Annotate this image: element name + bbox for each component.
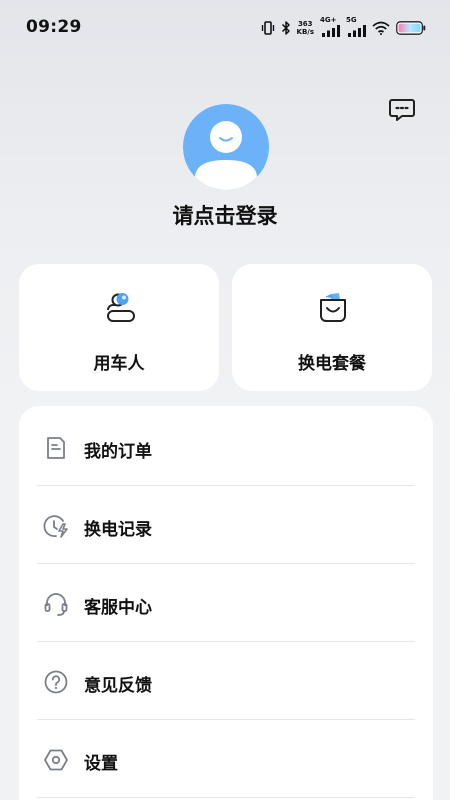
menu-item-label: 设置 bbox=[84, 754, 118, 774]
signal-2-tag: 5G bbox=[346, 16, 357, 24]
menu-item-label: 客服中心 bbox=[84, 598, 152, 618]
divider bbox=[37, 797, 415, 798]
signal-5g: 5G bbox=[346, 16, 366, 37]
default-avatar-icon bbox=[195, 121, 257, 190]
bluetooth-icon bbox=[281, 21, 290, 35]
net-speed: 363 KB/s bbox=[297, 20, 314, 36]
user-vehicle-icon bbox=[107, 293, 135, 322]
document-icon bbox=[47, 437, 65, 459]
login-prompt[interactable]: 请点击登录 bbox=[0, 200, 450, 230]
vibrate-icon bbox=[261, 21, 274, 35]
clock-lightning-icon bbox=[43, 515, 68, 538]
user-vehicle-card[interactable]: 用车人 bbox=[19, 264, 219, 391]
signal-icon bbox=[322, 25, 340, 37]
status-time: 09:29 bbox=[26, 17, 82, 37]
headset-icon bbox=[44, 593, 68, 616]
menu-item-swap-records[interactable]: 换电记录 bbox=[37, 486, 415, 564]
battery-icon bbox=[396, 21, 426, 35]
menu-item-feedback[interactable]: 意见反馈 bbox=[37, 642, 415, 720]
battery-package-card[interactable]: 换电套餐 bbox=[232, 264, 432, 391]
avatar[interactable] bbox=[183, 104, 269, 190]
user-vehicle-label: 用车人 bbox=[93, 354, 145, 374]
settings-hex-icon bbox=[44, 749, 68, 771]
menu-list: 我的订单 换电记录 客服中心 意见反馈 设置 bbox=[19, 406, 433, 800]
menu-item-label: 意见反馈 bbox=[84, 676, 152, 696]
message-button[interactable] bbox=[388, 95, 416, 123]
battery-package-label: 换电套餐 bbox=[298, 354, 366, 374]
question-icon bbox=[44, 670, 68, 694]
signal-icon bbox=[348, 25, 366, 37]
signal-1-tag: 4G+ bbox=[320, 16, 337, 24]
menu-item-customer-service[interactable]: 客服中心 bbox=[37, 564, 415, 642]
menu-item-settings[interactable]: 设置 bbox=[37, 720, 415, 798]
status-icons: 363 KB/s 4G+ 5G bbox=[261, 16, 426, 39]
menu-item-orders[interactable]: 我的订单 bbox=[37, 408, 415, 486]
menu-item-label: 换电记录 bbox=[84, 520, 152, 540]
signal-4g: 4G+ bbox=[320, 16, 340, 37]
message-icon bbox=[389, 99, 415, 121]
status-bar: 09:29 363 KB/s 4G+ 5G bbox=[0, 0, 450, 56]
net-speed-value: 363 bbox=[297, 20, 313, 28]
shopping-bag-icon bbox=[320, 293, 346, 322]
menu-item-label: 我的订单 bbox=[84, 442, 152, 462]
net-speed-unit: KB/s bbox=[296, 28, 314, 36]
wifi-icon bbox=[372, 21, 390, 35]
